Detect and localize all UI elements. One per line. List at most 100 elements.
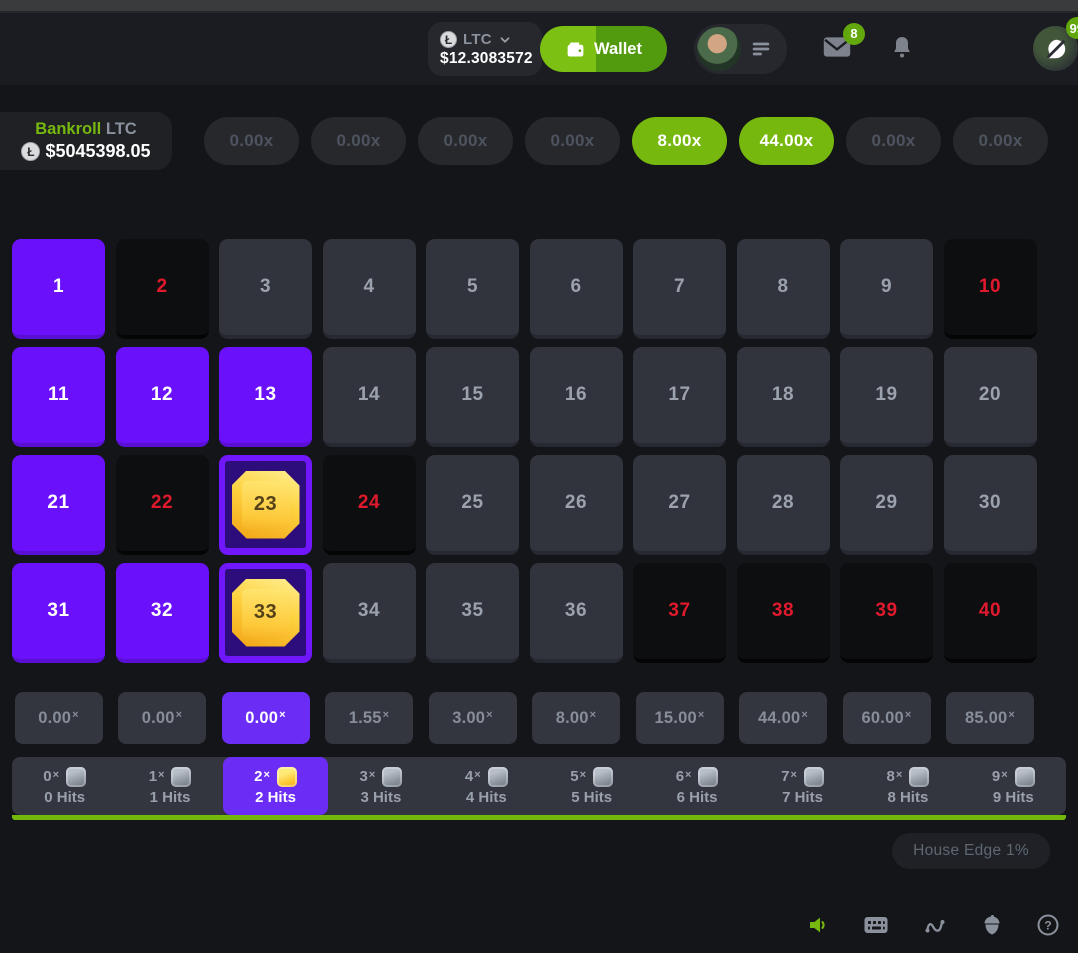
hotkeys-button[interactable] [863,913,889,937]
bankroll-amount: $5045398.05 [45,141,150,162]
payout-value: 85.00 [965,709,1007,728]
hits-mult-value: 7 [781,768,789,785]
recent-results: 0.00x0.00x0.00x0.00x8.00x44.00x0.00x0.00… [204,117,1048,165]
messages-button[interactable]: 8 [822,35,852,59]
multiplier-sign: × [580,769,586,781]
keno-tile-26[interactable]: 26 [530,455,623,555]
keno-tile-28[interactable]: 28 [737,455,830,555]
keno-tile-33[interactable]: 33 [219,563,312,663]
fairness-button[interactable] [981,913,1003,937]
payout-value: 8.00 [556,709,589,728]
keno-tile-30[interactable]: 30 [944,455,1037,555]
keno-tile-36[interactable]: 36 [530,563,623,663]
gray-gem-icon [909,767,929,787]
user-menu[interactable] [694,24,787,74]
multiplier-sign: × [896,769,902,781]
payout-value: 60.00 [862,709,904,728]
hits-mult-value: 2 [254,768,262,785]
multiplier-sign: × [279,709,286,721]
keno-tile-27[interactable]: 27 [633,455,726,555]
keno-tile-29[interactable]: 29 [840,455,933,555]
hits-mult-value: 8 [887,768,895,785]
keno-tile-22[interactable]: 22 [116,455,209,555]
keno-tile-24[interactable]: 24 [323,455,416,555]
keno-tile-8[interactable]: 8 [737,239,830,339]
multiplier-sign: × [158,769,164,781]
keno-tile-25[interactable]: 25 [426,455,519,555]
keno-tile-11[interactable]: 11 [12,347,105,447]
gray-gem-icon [171,767,191,787]
notifications-button[interactable] [890,35,914,61]
bankroll-label: Bankroll [35,120,101,138]
keno-tile-9[interactable]: 9 [840,239,933,339]
payout-pill: 0.00× [118,692,206,744]
recent-result-pill: 44.00x [739,117,834,165]
keno-tile-5[interactable]: 5 [426,239,519,339]
ltc-coin-icon: Ł [21,142,40,161]
keno-tile-10[interactable]: 10 [944,239,1037,339]
sound-icon [806,913,830,937]
gray-gem-icon [804,767,824,787]
keno-tile-1[interactable]: 1 [12,239,105,339]
keno-tile-31[interactable]: 31 [12,563,105,663]
keno-tile-40[interactable]: 40 [944,563,1037,663]
wallet-button[interactable]: Wallet [540,26,667,72]
multiplier-sign: × [590,709,597,721]
sound-button[interactable] [806,913,830,937]
live-stats-button[interactable] [922,913,948,937]
gold-gem-icon [277,767,297,787]
keno-tile-20[interactable]: 20 [944,347,1037,447]
payout-value: 15.00 [655,709,697,728]
hits-count-label: 7 Hits [782,789,823,806]
tile-number: 33 [254,601,277,624]
hits-bar: 0×0 Hits1×1 Hits2×2 Hits3×3 Hits4×4 Hits… [12,757,1066,815]
hits-count-label: 0 Hits [44,789,85,806]
multiplier-sign: × [685,769,691,781]
hits-mult-value: 5 [570,768,578,785]
keno-tile-18[interactable]: 18 [737,347,830,447]
keno-tile-6[interactable]: 6 [530,239,623,339]
chat-toggle-button[interactable]: 99 [1033,26,1078,71]
payout-pill: 60.00× [843,692,931,744]
currency-code: LTC [463,31,492,48]
gray-gem-icon [1015,767,1035,787]
recent-result-pill: 0.00x [953,117,1048,165]
multiplier-sign: × [383,709,390,721]
currency-selector[interactable]: Ł LTC $12.3083572 [428,22,542,76]
keno-tile-17[interactable]: 17 [633,347,726,447]
multiplier-sign: × [801,709,808,721]
hits-cell: 0×0 Hits [12,757,117,815]
keno-tile-7[interactable]: 7 [633,239,726,339]
keno-tile-38[interactable]: 38 [737,563,830,663]
keno-tile-23[interactable]: 23 [219,455,312,555]
payout-value: 3.00 [452,709,485,728]
keno-tile-35[interactable]: 35 [426,563,519,663]
keno-tile-14[interactable]: 14 [323,347,416,447]
gray-gem-icon [66,767,86,787]
hits-mult-value: 6 [676,768,684,785]
avatar[interactable] [697,27,741,71]
keno-tile-3[interactable]: 3 [219,239,312,339]
keno-tile-13[interactable]: 13 [219,347,312,447]
keno-tile-2[interactable]: 2 [116,239,209,339]
keno-tile-12[interactable]: 12 [116,347,209,447]
payout-value: 44.00 [758,709,800,728]
keno-tile-37[interactable]: 37 [633,563,726,663]
help-button[interactable]: ? [1036,913,1060,937]
keno-tile-19[interactable]: 19 [840,347,933,447]
gem-icon: 23 [232,471,300,539]
keno-tile-32[interactable]: 32 [116,563,209,663]
keno-tile-21[interactable]: 21 [12,455,105,555]
payout-value: 1.55 [349,709,382,728]
multiplier-sign: × [72,709,79,721]
keno-tile-15[interactable]: 15 [426,347,519,447]
hits-count-label: 3 Hits [360,789,401,806]
keno-tile-4[interactable]: 4 [323,239,416,339]
acorn-icon [981,913,1003,937]
gem-icon: 33 [232,579,300,647]
hits-multiplier: 7× [781,767,824,787]
keno-tile-16[interactable]: 16 [530,347,623,447]
keno-tile-34[interactable]: 34 [323,563,416,663]
help-icon: ? [1036,913,1060,937]
keno-tile-39[interactable]: 39 [840,563,933,663]
